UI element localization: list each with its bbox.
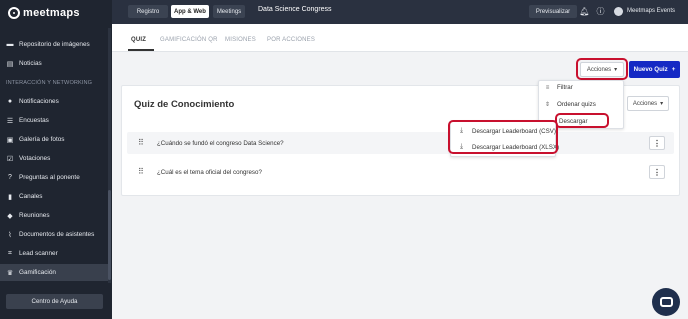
folder-icon: ▬ (6, 41, 14, 48)
sidebar-item-label: Votaciones (19, 155, 51, 162)
sidebar: meetmaps ▬ Repositorio de imágenes ▤ Not… (0, 0, 112, 319)
sidebar-item-label: Noticias (19, 60, 42, 67)
highlight-outline (448, 120, 558, 154)
sidebar-item-label: Lead scanner (19, 250, 58, 257)
tab-gamificacion-qr[interactable]: GAMIFICACIÓN QR (160, 37, 218, 43)
sidebar-item-label: Notificaciones (19, 98, 59, 105)
sidebar-item-encuestas[interactable]: ☰ Encuestas (0, 112, 108, 129)
card-acciones-label: Acciones (632, 100, 658, 107)
drag-handle-icon[interactable]: ⠿ (138, 167, 144, 176)
tab-por-acciones[interactable]: POR ACCIONES (267, 37, 315, 43)
sidebar-item-notificaciones[interactable]: ● Notificaciones (0, 93, 108, 110)
nav-meetings[interactable]: Meetings (213, 5, 245, 18)
event-name: Data Science Congress (258, 6, 332, 13)
sidebar-item-repositorio[interactable]: ▬ Repositorio de imágenes (0, 36, 108, 53)
sidebar-item-gamificacion[interactable]: ♛ Gamificación (0, 264, 108, 281)
vote-icon: ☑ (6, 155, 14, 163)
attachment-icon: ⌇ (8, 231, 12, 239)
brand-logo[interactable]: meetmaps (8, 6, 80, 20)
info-icon[interactable]: ⓘ (596, 7, 605, 16)
question-menu-button[interactable]: ⋮ (649, 165, 665, 179)
sidebar-item-preguntas[interactable]: ? Preguntas al ponente (0, 169, 108, 186)
sidebar-item-label: Documentos de asistentes (19, 231, 95, 238)
sidebar-item-label: Canales (19, 193, 43, 200)
sidebar-item-documentos[interactable]: ⌇ Documentos de asistentes (0, 226, 108, 243)
logo-icon (8, 7, 20, 19)
newspaper-icon: ▤ (6, 60, 14, 68)
menu-item-filtrar[interactable]: ≡ Filtrar (544, 84, 573, 91)
card-acciones-button[interactable]: Acciones ▾ (627, 96, 669, 111)
preview-button[interactable]: Previsualizar (529, 5, 577, 18)
highlight-outline (576, 58, 628, 80)
new-quiz-label: Nuevo Quiz (633, 66, 668, 73)
sidebar-item-label: Encuestas (19, 117, 49, 124)
menu-item-ordenar[interactable]: ⇕ Ordenar quizs (544, 101, 596, 108)
sidebar-item-galeria[interactable]: ▣ Galería de fotos (0, 131, 108, 148)
sidebar-item-lead-scanner[interactable]: ⌗ Lead scanner (0, 245, 108, 262)
brand-name: meetmaps (23, 7, 80, 19)
active-tab-indicator (128, 49, 154, 51)
sort-icon: ⇕ (544, 102, 551, 108)
chat-icon (659, 297, 673, 307)
menu-item-label: Ordenar quizs (557, 101, 596, 108)
menu-item-label: Filtrar (557, 84, 573, 91)
document-icon: ▮ (8, 193, 12, 201)
sidebar-scrollbar-thumb[interactable] (108, 190, 111, 280)
nav-registro[interactable]: Registro (128, 5, 168, 18)
sidebar-section-title: INTERACCIÓN Y NETWORKING (6, 80, 93, 86)
tab-quiz[interactable]: QUIZ (131, 37, 146, 43)
bell-icon[interactable]: 🔔︎ (579, 7, 589, 16)
chat-button[interactable] (652, 288, 680, 316)
sidebar-item-label: Gamificación (19, 269, 56, 276)
new-quiz-button[interactable]: Nuevo Quiz + (629, 61, 680, 78)
tab-misiones[interactable]: MISIONES (225, 37, 256, 43)
question-text: ¿Cuál es el tema oficial del congreso? (157, 169, 262, 176)
question-icon: ? (8, 174, 12, 181)
checklist-icon: ☰ (6, 117, 14, 125)
bell-icon: ● (7, 98, 13, 105)
avatar[interactable] (614, 7, 623, 16)
trophy-icon: ♛ (6, 269, 14, 277)
sidebar-item-label: Galería de fotos (19, 136, 65, 143)
question-menu-button[interactable]: ⋮ (649, 136, 665, 150)
image-icon: ▣ (6, 136, 14, 144)
chevron-down-icon: ▾ (660, 101, 664, 107)
scanner-icon: ⌗ (8, 249, 12, 257)
sidebar-item-noticias[interactable]: ▤ Noticias (0, 55, 108, 72)
sidebar-item-reuniones[interactable]: ◆ Reuniones (0, 207, 108, 224)
sidebar-item-label: Preguntas al ponente (19, 174, 80, 181)
user-name[interactable]: Meetmaps Events (627, 8, 675, 14)
question-text: ¿Cuándo se fundó el congreso Data Scienc… (157, 140, 284, 147)
help-center-button[interactable]: Centro de Ayuda (6, 294, 103, 309)
highlight-outline (555, 113, 609, 128)
drag-handle-icon[interactable]: ⠿ (138, 138, 144, 147)
plus-icon: + (671, 66, 676, 73)
sidebar-item-label: Reuniones (19, 212, 50, 219)
filter-icon: ≡ (545, 84, 550, 91)
quiz-title: Quiz de Conocimiento (134, 99, 235, 110)
sidebar-item-canales[interactable]: ▮ Canales (0, 188, 108, 205)
sidebar-item-label: Repositorio de imágenes (19, 41, 90, 48)
handshake-icon: ◆ (7, 212, 13, 220)
nav-app-web[interactable]: App & Web (171, 5, 209, 18)
sidebar-item-votaciones[interactable]: ☑ Votaciones (0, 150, 108, 167)
